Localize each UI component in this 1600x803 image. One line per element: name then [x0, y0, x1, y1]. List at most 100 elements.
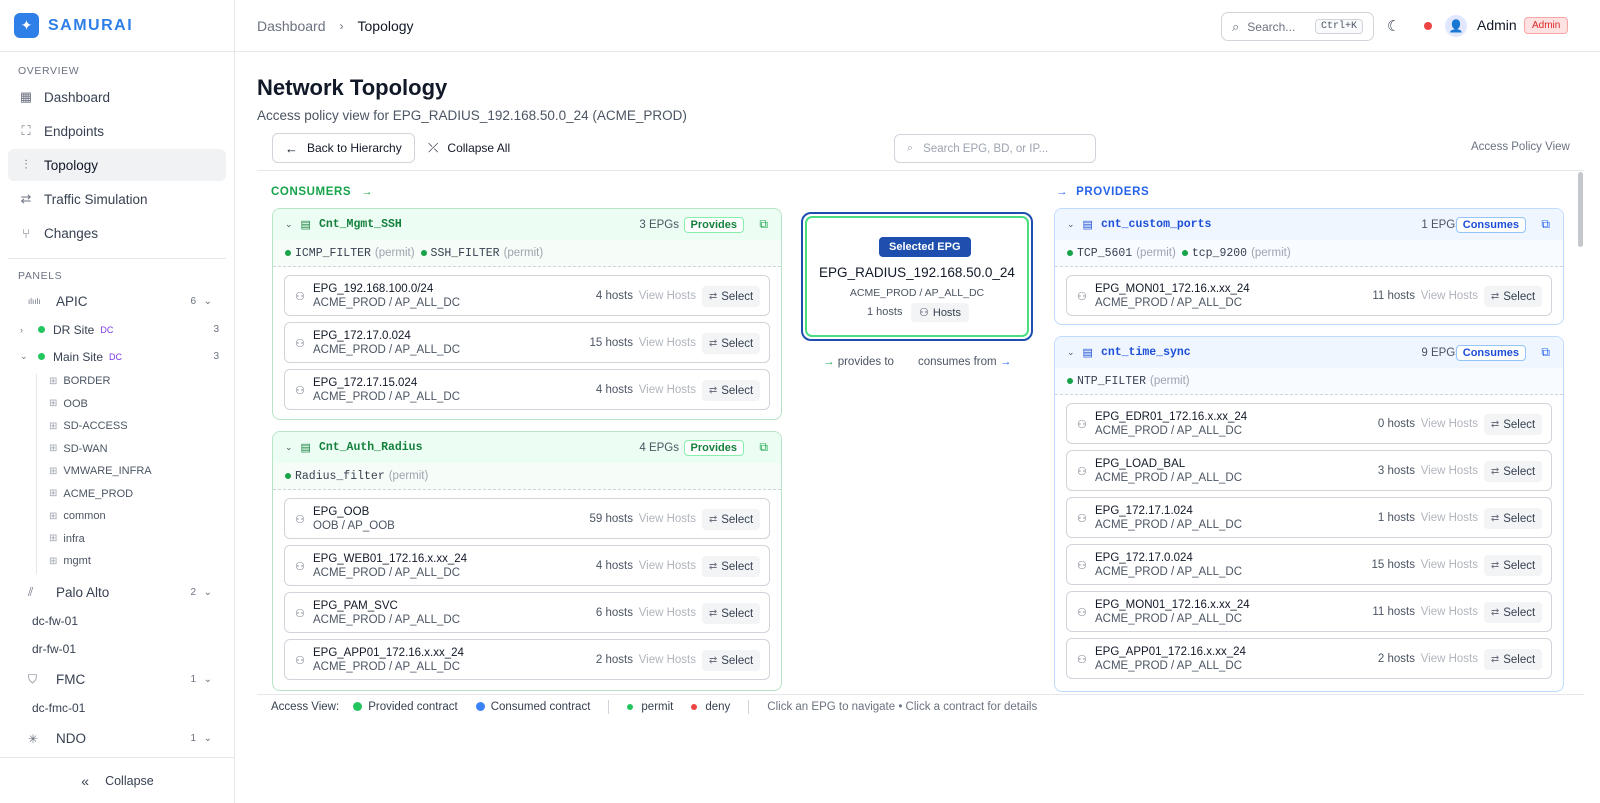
chevron-down-icon[interactable]: ⌄: [204, 296, 212, 307]
external-link-icon[interactable]: ⧉: [1541, 217, 1550, 232]
select-button[interactable]: ⇄ Select: [702, 650, 760, 671]
external-link-icon[interactable]: ⧉: [759, 440, 768, 455]
selected-epg-card[interactable]: Selected EPG EPG_RADIUS_192.168.50.0_24 …: [801, 212, 1033, 341]
filter-name[interactable]: ICMP_FILTER: [295, 247, 371, 260]
select-button[interactable]: ⇄ Select: [702, 333, 760, 354]
filter-name[interactable]: SSH_FILTER: [431, 247, 500, 260]
epg-row[interactable]: ⚇ EPG_EDR01_172.16.x.xx_24 ACME_PROD / AP_…: [1066, 403, 1552, 444]
hosts-button[interactable]: ⚇ Hosts: [911, 303, 969, 322]
contract-card[interactable]: ⌄ ▤ Cnt_Auth_Radius 4 EPGs Provides ⧉ Ra…: [272, 431, 782, 691]
user-avatar-icon[interactable]: 👤: [1445, 15, 1467, 37]
chevron-down-icon[interactable]: ⌄: [204, 587, 212, 598]
user-name[interactable]: Admin: [1477, 17, 1517, 33]
view-hosts-link[interactable]: View Hosts: [1421, 606, 1478, 618]
view-hosts-link[interactable]: View Hosts: [1421, 559, 1478, 571]
nav-dashboard[interactable]: ▦ Dashboard: [8, 81, 226, 113]
tenant-item[interactable]: ⊞ ACME_PROD: [0, 483, 234, 506]
theme-toggle-moon-icon[interactable]: ☾: [1387, 17, 1400, 35]
select-button[interactable]: ⇄ Select: [702, 509, 760, 530]
select-button[interactable]: ⇄ Select: [1484, 414, 1542, 435]
select-button[interactable]: ⇄ Select: [702, 380, 760, 401]
panel-ndo[interactable]: ✳ NDO 1 ⌄: [0, 725, 234, 753]
select-button[interactable]: ⇄ Select: [702, 603, 760, 624]
tenant-item[interactable]: ⊞ BORDER: [0, 370, 234, 393]
nav-topology[interactable]: ⫶ Topology: [8, 149, 226, 181]
contract-card[interactable]: ⌄ ▤ Cnt_Mgmt_SSH 3 EPGs Provides ⧉ ICMP_…: [272, 208, 782, 420]
epg-row[interactable]: ⚇ EPG_MON01_172.16.x.xx_24 ACME_PROD / AP_…: [1066, 591, 1552, 632]
tenant-item[interactable]: ⊞ SD-WAN: [0, 438, 234, 461]
scrollbar[interactable]: [1578, 172, 1583, 247]
view-hosts-link[interactable]: View Hosts: [1421, 653, 1478, 665]
select-button[interactable]: ⇄ Select: [702, 556, 760, 577]
view-hosts-link[interactable]: View Hosts: [639, 654, 696, 666]
chevron-down-icon[interactable]: ⌄: [204, 733, 212, 744]
view-hosts-link[interactable]: View Hosts: [639, 513, 696, 525]
tenant-item[interactable]: ⊞ OOB: [0, 393, 234, 416]
nav-changes[interactable]: ⑂ Changes: [8, 217, 226, 249]
select-button[interactable]: ⇄ Select: [1484, 508, 1542, 529]
epg-row[interactable]: ⚇ EPG_LOAD_BAL ACME_PROD / AP_ALL_DC 3 host…: [1066, 450, 1552, 491]
external-link-icon[interactable]: ⧉: [759, 217, 768, 232]
contract-card[interactable]: ⌄ ▤ cnt_time_sync 9 EPGs Consumes ⧉ NTP_…: [1054, 336, 1564, 692]
panel-apic[interactable]: ılıılı APIC 6 ⌄: [0, 287, 234, 315]
view-hosts-link[interactable]: View Hosts: [639, 607, 696, 619]
chevron-down-icon[interactable]: ⌄: [285, 219, 293, 230]
collapse-all-button[interactable]: ⤫ Collapse All: [416, 133, 522, 163]
filter-name[interactable]: tcp_9200: [1192, 247, 1247, 260]
chevron-down-icon[interactable]: ⌄: [1067, 219, 1075, 230]
filter-name[interactable]: Radius_filter: [295, 470, 385, 483]
epg-row[interactable]: ⚇ EPG_172.17.1.024 ACME_PROD / AP_ALL_DC 1 …: [1066, 497, 1552, 538]
panel-paloalto[interactable]: ⫽ Palo Alto 2 ⌄: [0, 579, 234, 607]
contract-header[interactable]: ⌄ ▤ cnt_time_sync 9 EPGs Consumes ⧉: [1055, 337, 1563, 368]
epg-row[interactable]: ⚇ EPG_MON01_172.16.x.xx_24 ACME_PROD / AP_…: [1066, 275, 1552, 316]
device-item[interactable]: dr-fw-01: [0, 635, 234, 663]
panel-fmc[interactable]: ⛉ FMC 1 ⌄: [0, 666, 234, 694]
nav-traffic-simulation[interactable]: ⇄ Traffic Simulation: [8, 183, 226, 215]
epg-row[interactable]: ⚇ EPG_OOB OOB / AP_OOB 59 hosts View Hosts ⇄ S…: [284, 498, 770, 539]
epg-row[interactable]: ⚇ EPG_APP01_172.16.x.xx_24 ACME_PROD / AP_…: [284, 639, 770, 680]
chevron-down-icon[interactable]: ⌄: [204, 674, 212, 685]
epg-row[interactable]: ⚇ EPG_172.17.15.024 ACME_PROD / AP_ALL_DC 4…: [284, 369, 770, 410]
tenant-item[interactable]: ⊞ infra: [0, 528, 234, 551]
contract-header[interactable]: ⌄ ▤ Cnt_Mgmt_SSH 3 EPGs Provides ⧉: [273, 209, 781, 240]
select-button[interactable]: ⇄ Select: [1484, 555, 1542, 576]
chevron-down-icon[interactable]: ⌄: [285, 442, 293, 453]
device-item[interactable]: dc-fmc-01: [0, 694, 234, 722]
view-hosts-link[interactable]: View Hosts: [1421, 418, 1478, 430]
tenant-item[interactable]: ⊞ mgmt: [0, 550, 234, 573]
select-button[interactable]: ⇄ Select: [1484, 602, 1542, 623]
view-hosts-link[interactable]: View Hosts: [1421, 465, 1478, 477]
epg-row[interactable]: ⚇ EPG_WEB01_172.16.x.xx_24 ACME_PROD / AP_…: [284, 545, 770, 586]
logo[interactable]: ✦ SAMURAI: [0, 0, 234, 52]
collapse-sidebar-button[interactable]: « Collapse: [0, 757, 235, 803]
view-hosts-link[interactable]: View Hosts: [639, 560, 696, 572]
tenant-item[interactable]: ⊞ common: [0, 505, 234, 528]
global-search-input[interactable]: ⌕ Search... Ctrl+K: [1221, 12, 1374, 41]
chevron-right-icon[interactable]: ›: [20, 325, 32, 335]
device-item[interactable]: dc-fw-01: [0, 607, 234, 635]
select-button[interactable]: ⇄ Select: [702, 286, 760, 307]
breadcrumb-dashboard[interactable]: Dashboard: [257, 18, 326, 34]
chevron-down-icon[interactable]: ⌄: [1067, 347, 1075, 358]
filter-name[interactable]: NTP_FILTER: [1077, 375, 1146, 388]
back-to-hierarchy-button[interactable]: ← Back to Hierarchy: [272, 133, 415, 163]
epg-search-input[interactable]: ⌕ Search EPG, BD, or IP...: [894, 134, 1096, 163]
view-hosts-link[interactable]: View Hosts: [639, 384, 696, 396]
select-button[interactable]: ⇄ Select: [1484, 461, 1542, 482]
view-hosts-link[interactable]: View Hosts: [1421, 512, 1478, 524]
epg-row[interactable]: ⚇ EPG_APP01_172.16.x.xx_24 ACME_PROD / AP_…: [1066, 638, 1552, 679]
view-hosts-link[interactable]: View Hosts: [639, 337, 696, 349]
select-button[interactable]: ⇄ Select: [1484, 649, 1542, 670]
epg-row[interactable]: ⚇ EPG_172.17.0.024 ACME_PROD / AP_ALL_DC 15…: [1066, 544, 1552, 585]
epg-row[interactable]: ⚇ EPG_PAM_SVC ACME_PROD / AP_ALL_DC 6 hosts…: [284, 592, 770, 633]
contract-header[interactable]: ⌄ ▤ cnt_custom_ports 1 EPGs Consumes ⧉: [1055, 209, 1563, 240]
view-hosts-link[interactable]: View Hosts: [639, 290, 696, 302]
contract-header[interactable]: ⌄ ▤ Cnt_Auth_Radius 4 EPGs Provides ⧉: [273, 432, 781, 463]
epg-row[interactable]: ⚇ EPG_192.168.100.0/24 ACME_PROD / AP_ALL_…: [284, 275, 770, 316]
select-button[interactable]: ⇄ Select: [1484, 286, 1542, 307]
chevron-down-icon[interactable]: ⌄: [20, 351, 32, 362]
contract-card[interactable]: ⌄ ▤ cnt_custom_ports 1 EPGs Consumes ⧉ T…: [1054, 208, 1564, 325]
tenant-item[interactable]: ⊞ SD-ACCESS: [0, 415, 234, 438]
epg-row[interactable]: ⚇ EPG_172.17.0.024 ACME_PROD / AP_ALL_DC 15…: [284, 322, 770, 363]
nav-endpoints[interactable]: ⛶ Endpoints: [8, 115, 226, 147]
